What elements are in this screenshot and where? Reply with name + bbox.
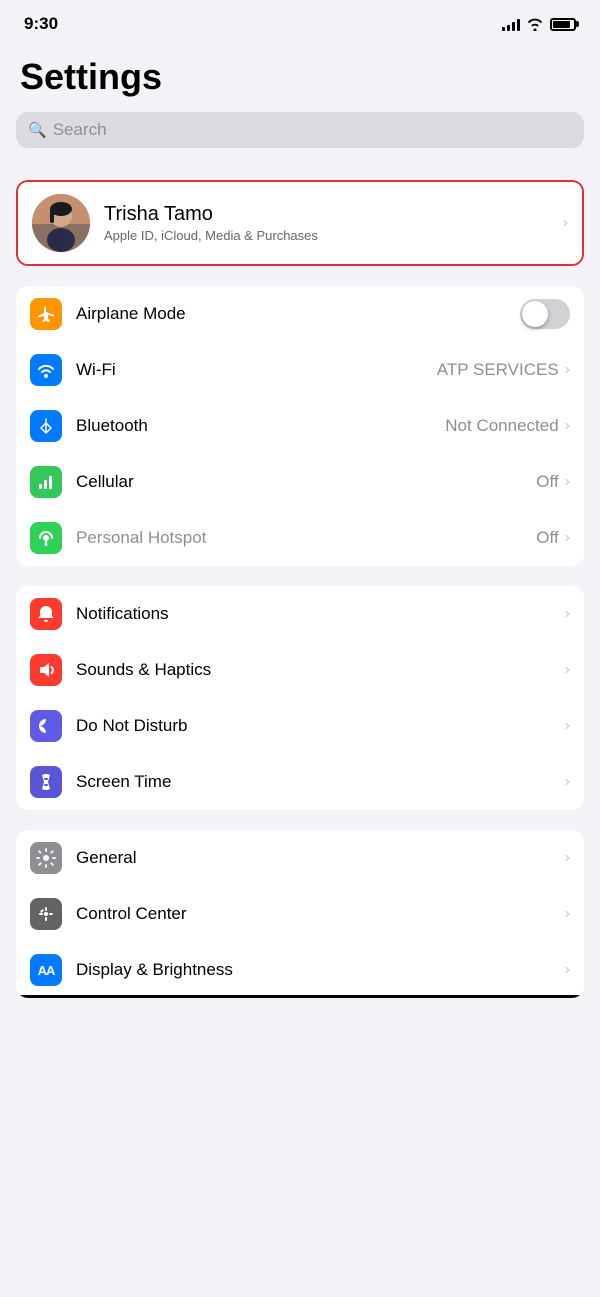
bluetooth-icon <box>30 410 62 442</box>
wifi-value: ATP SERVICES <box>437 360 559 380</box>
notifications-content: Notifications › <box>76 604 570 624</box>
display-label: Display & Brightness <box>76 960 233 980</box>
profile-name: Trisha Tamo <box>104 203 561 226</box>
airplane-mode-content: Airplane Mode <box>76 299 570 329</box>
screentime-icon <box>30 766 62 798</box>
airplane-mode-icon <box>30 298 62 330</box>
profile-subtitle: Apple ID, iCloud, Media & Purchases <box>104 228 561 243</box>
avatar <box>32 194 90 252</box>
general-label: General <box>76 848 136 868</box>
hotspot-right: Off › <box>536 528 570 548</box>
hotspot-icon <box>30 522 62 554</box>
bluetooth-right: Not Connected › <box>445 416 570 436</box>
underline-decoration <box>16 995 584 998</box>
airplane-mode-label: Airplane Mode <box>76 304 186 324</box>
search-bar-container: 🔍 Search <box>0 108 600 160</box>
donotdisturb-content: Do Not Disturb › <box>76 716 570 736</box>
bluetooth-row[interactable]: Bluetooth Not Connected › <box>16 398 584 454</box>
signal-bars-icon <box>502 17 520 31</box>
cellular-value: Off <box>536 472 558 492</box>
bluetooth-value: Not Connected <box>445 416 558 436</box>
bluetooth-label: Bluetooth <box>76 416 148 436</box>
hotspot-label: Personal Hotspot <box>76 528 206 548</box>
page-title: Settings <box>0 40 600 108</box>
status-time: 9:30 <box>24 14 58 34</box>
sounds-row[interactable]: Sounds & Haptics › <box>16 642 584 698</box>
donotdisturb-label: Do Not Disturb <box>76 716 187 736</box>
wifi-label: Wi-Fi <box>76 360 116 380</box>
wifi-content: Wi-Fi ATP SERVICES › <box>76 360 570 380</box>
hotspot-content: Personal Hotspot Off › <box>76 528 570 548</box>
sounds-content: Sounds & Haptics › <box>76 660 570 680</box>
screentime-content: Screen Time › <box>76 772 570 792</box>
controlcenter-icon <box>30 898 62 930</box>
screentime-label: Screen Time <box>76 772 171 792</box>
notifications-label: Notifications <box>76 604 169 624</box>
hotspot-value: Off <box>536 528 558 548</box>
search-bar[interactable]: 🔍 Search <box>16 112 584 148</box>
connectivity-section: Airplane Mode Wi-Fi ATP SERVICES › <box>16 286 584 566</box>
battery-icon <box>550 18 576 31</box>
screentime-chevron-icon: › <box>565 773 570 791</box>
bluetooth-content: Bluetooth Not Connected › <box>76 416 570 436</box>
search-icon: 🔍 <box>28 121 47 139</box>
cellular-chevron-icon: › <box>565 473 570 491</box>
section-gap-bottom <box>0 998 600 1018</box>
wifi-icon <box>30 354 62 386</box>
wifi-chevron-icon: › <box>565 361 570 379</box>
profile-section: Trisha Tamo Apple ID, iCloud, Media & Pu… <box>16 180 584 266</box>
donotdisturb-chevron-icon: › <box>565 717 570 735</box>
section-gap-general <box>0 810 600 830</box>
controlcenter-content: Control Center › <box>76 904 570 924</box>
screentime-row[interactable]: Screen Time › <box>16 754 584 810</box>
search-placeholder: Search <box>53 120 107 140</box>
display-content: Display & Brightness › <box>76 960 570 980</box>
notifications-section: Notifications › Sounds & Haptics › Do No… <box>16 586 584 810</box>
display-row[interactable]: AA Display & Brightness › <box>16 942 584 998</box>
wifi-row[interactable]: Wi-Fi ATP SERVICES › <box>16 342 584 398</box>
airplane-mode-toggle[interactable] <box>520 299 570 329</box>
cellular-right: Off › <box>536 472 570 492</box>
controlcenter-chevron-icon: › <box>565 905 570 923</box>
section-gap-connectivity <box>0 266 600 286</box>
general-icon <box>30 842 62 874</box>
display-chevron-icon: › <box>565 961 570 979</box>
cellular-content: Cellular Off › <box>76 472 570 492</box>
hotspot-row[interactable]: Personal Hotspot Off › <box>16 510 584 566</box>
general-row[interactable]: General › <box>16 830 584 886</box>
display-icon: AA <box>30 954 62 986</box>
sounds-chevron-icon: › <box>565 661 570 679</box>
general-content: General › <box>76 848 570 868</box>
section-gap-notifications <box>0 566 600 586</box>
donotdisturb-icon <box>30 710 62 742</box>
sounds-icon <box>30 654 62 686</box>
notifications-row[interactable]: Notifications › <box>16 586 584 642</box>
notifications-icon <box>30 598 62 630</box>
profile-info: Trisha Tamo Apple ID, iCloud, Media & Pu… <box>104 203 561 243</box>
status-icons <box>502 17 576 31</box>
profile-chevron-icon: › <box>563 214 568 232</box>
donotdisturb-row[interactable]: Do Not Disturb › <box>16 698 584 754</box>
wifi-right: ATP SERVICES › <box>437 360 570 380</box>
controlcenter-row[interactable]: Control Center › <box>16 886 584 942</box>
general-section: General › Control Center › AA Display & … <box>16 830 584 998</box>
cellular-row[interactable]: Cellular Off › <box>16 454 584 510</box>
wifi-status-icon <box>526 17 544 31</box>
bluetooth-chevron-icon: › <box>565 417 570 435</box>
airplane-mode-row[interactable]: Airplane Mode <box>16 286 584 342</box>
sounds-label: Sounds & Haptics <box>76 660 211 680</box>
section-gap-profile <box>0 160 600 180</box>
cellular-label: Cellular <box>76 472 134 492</box>
hotspot-chevron-icon: › <box>565 529 570 547</box>
notifications-chevron-icon: › <box>565 605 570 623</box>
controlcenter-label: Control Center <box>76 904 187 924</box>
profile-row[interactable]: Trisha Tamo Apple ID, iCloud, Media & Pu… <box>18 182 582 264</box>
cellular-icon <box>30 466 62 498</box>
general-chevron-icon: › <box>565 849 570 867</box>
status-bar: 9:30 <box>0 0 600 40</box>
